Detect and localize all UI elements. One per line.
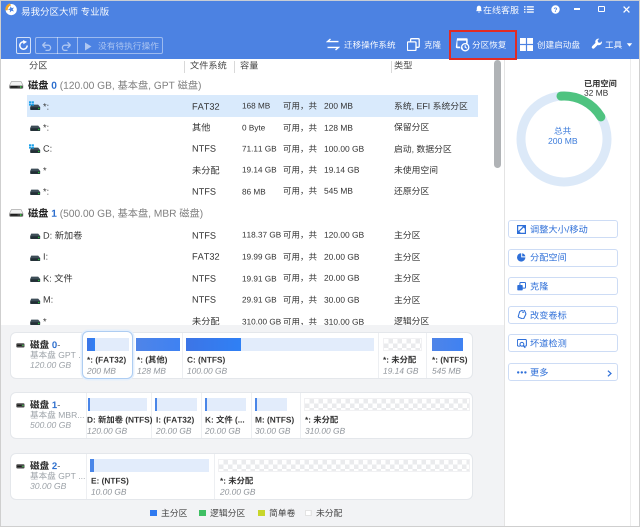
- svg-text:?: ?: [553, 7, 557, 14]
